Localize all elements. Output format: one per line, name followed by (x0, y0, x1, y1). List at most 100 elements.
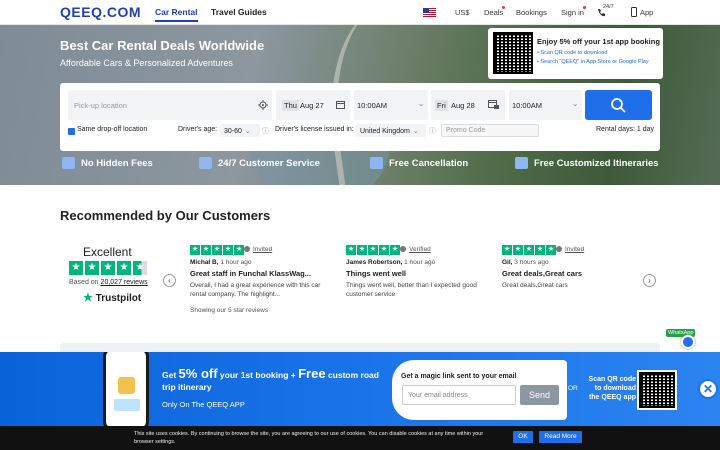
promo-title: Enjoy 5% off your 1st app booking (537, 37, 660, 46)
review-tag: Invited (244, 246, 272, 253)
pickup-time-select[interactable]: 10:00AM ⌄ (354, 90, 428, 120)
review-stars: ★ ★ ★ ★ ★ (346, 245, 400, 255)
same-dropoff-label[interactable]: Same drop-off location (77, 126, 147, 133)
nav-car-rental[interactable]: Car Rental (155, 7, 198, 22)
deals-notification-dot (502, 6, 505, 9)
chevron-down-icon: ⌄ (572, 99, 579, 108)
pickup-placeholder: Pick-up location (74, 101, 127, 110)
pickup-date-field[interactable]: Thu Aug 27 (276, 90, 350, 120)
chevron-down-icon: ⌄ (418, 99, 425, 108)
dropoff-time: 10:00AM (512, 101, 543, 110)
star-icon: ★ (101, 261, 115, 275)
driver-age-value: 30-60 (224, 128, 242, 135)
search-panel: Pick-up location Thu Aug 27 10:00AM ⌄ Fr… (60, 83, 660, 151)
dropoff-day: Fri (435, 100, 448, 111)
qr-code-icon (639, 372, 675, 408)
dropoff-date-field[interactable]: Fri Aug 28 (431, 90, 505, 120)
magic-link-title: Get a magic link sent to your email (401, 373, 517, 380)
pickup-location-input[interactable]: Pick-up location (68, 90, 272, 120)
half-star-icon: ★ (133, 261, 147, 275)
currency-selector[interactable]: US$ (455, 8, 470, 17)
close-icon[interactable]: ✕ (698, 379, 718, 399)
license-country-select[interactable]: United Kingdom ⌄ (356, 124, 426, 137)
rating-word: Excellent (83, 245, 132, 259)
carousel-prev-button[interactable]: ‹ (163, 274, 176, 287)
qr-download-text: Scan QR code to download the QEEQ app (588, 376, 636, 401)
mobile-app-icon[interactable] (631, 7, 637, 17)
trustpilot-rating-stars: ★ ★ ★ ★ ★ (69, 261, 147, 275)
star-icon: ★ (85, 261, 99, 275)
email-input[interactable]: Your email address (402, 385, 516, 405)
sign-in-dot (583, 6, 586, 9)
pickup-day: Thu (282, 100, 299, 111)
magic-link-card: Get a magic link sent to your email Your… (392, 360, 567, 420)
calendar-icon (336, 101, 345, 109)
review-meta: Gil, 3 hours ago (502, 259, 549, 266)
review-title: Great deals,Great cars (502, 269, 583, 278)
promo-code-input[interactable]: Promo Code (441, 124, 539, 137)
driver-age-select[interactable]: 30-60 ⌄ (220, 124, 260, 137)
whatsapp-chat-button[interactable] (681, 335, 695, 349)
itinerary-icon (515, 157, 528, 169)
cookie-bar: This site uses cookies. By continuing to… (0, 426, 720, 450)
showing-note: Showing our 5 star reviews (190, 307, 269, 314)
review-title: Things went well (346, 269, 407, 278)
app-link[interactable]: App (640, 8, 653, 17)
logo[interactable]: QEEQ.COM (60, 4, 141, 20)
bookings-link[interactable]: Bookings (516, 8, 547, 17)
or-divider: OR (568, 385, 578, 392)
review-body: Overall, I had a great experience with t… (190, 282, 321, 298)
license-country-value: United Kingdom (360, 128, 410, 135)
rental-days: Rental days: 1 day (596, 126, 654, 133)
pickup-date: Aug 27 (300, 101, 324, 110)
age-info-icon[interactable]: ⓘ (262, 126, 269, 136)
trustpilot-logo[interactable]: ★ Trustpilot (83, 291, 141, 304)
hero-title: Best Car Rental Deals Worldwide (60, 38, 265, 53)
review-tag: Verified (400, 246, 431, 253)
review-count-link[interactable]: 20,027 reviews (101, 279, 148, 286)
qr-code-frame (637, 370, 677, 410)
same-dropoff-checkbox[interactable] (68, 128, 75, 135)
review-stars: ★ ★ ★ ★ ★ (502, 245, 556, 255)
sign-in-link[interactable]: Sign in (561, 8, 584, 17)
phone-illustration (103, 352, 149, 426)
app-promo-card: Enjoy 5% off your 1st app booking • Scan… (488, 28, 663, 79)
nav-travel-guides[interactable]: Travel Guides (211, 7, 267, 17)
review-tag: Invited (556, 246, 584, 253)
star-icon: ★ (69, 261, 83, 275)
dropoff-time-select[interactable]: 10:00AM ⌄ (509, 90, 582, 120)
search-icon (611, 98, 626, 113)
search-button[interactable] (585, 90, 652, 120)
us-flag-icon[interactable] (423, 8, 436, 17)
cookie-text: This site uses cookies. By continuing to… (134, 431, 484, 445)
review-title: Great staff in Funchal KlassWag... (190, 269, 311, 278)
dropoff-date: Aug 28 (451, 101, 475, 110)
car-calendar-icon (488, 100, 499, 109)
review-meta: Michał B, 1 hour ago (190, 259, 252, 266)
review-meta: James Robertson, 1 hour ago (346, 259, 436, 266)
license-label: Driver's license issued in: (275, 126, 354, 133)
star-icon: ★ (117, 261, 131, 275)
locate-icon[interactable] (258, 100, 268, 110)
carousel-next-button[interactable]: › (643, 274, 656, 287)
cookie-ok-button[interactable]: OK (513, 431, 533, 443)
site-header: QEEQ.COM Car Rental Travel Guides US$ De… (0, 0, 720, 25)
pickup-time: 10:00AM (357, 101, 388, 110)
app-banner-headline: Get 5% off your 1st booking + Free custo… (162, 366, 379, 392)
send-button[interactable]: Send (520, 385, 559, 405)
support-24-7-icon (199, 157, 212, 169)
promo-line-scan: • Scan QR code to download (537, 50, 608, 56)
review-body: Great deals,Great cars (502, 282, 568, 289)
app-banner-subtitle: Only On The QEEQ APP (162, 400, 245, 409)
wallet-icon (62, 157, 75, 169)
license-info-icon[interactable]: ⓘ (429, 126, 436, 136)
deals-link[interactable]: Deals (484, 8, 503, 17)
qr-code-icon (493, 32, 533, 74)
support-label[interactable]: 24/7 (603, 4, 614, 10)
hero-subtitle: Affordable Cars & Personalized Adventure… (60, 58, 233, 68)
recommend-title: Recommended by Our Customers (60, 208, 271, 223)
app-download-banner: Get 5% off your 1st booking + Free custo… (0, 352, 720, 426)
review-stars: ★ ★ ★ ★ ★ (190, 245, 244, 255)
cookie-read-more-button[interactable]: Read More (539, 431, 582, 443)
review-body: Things went well, better than I expected… (346, 282, 477, 298)
